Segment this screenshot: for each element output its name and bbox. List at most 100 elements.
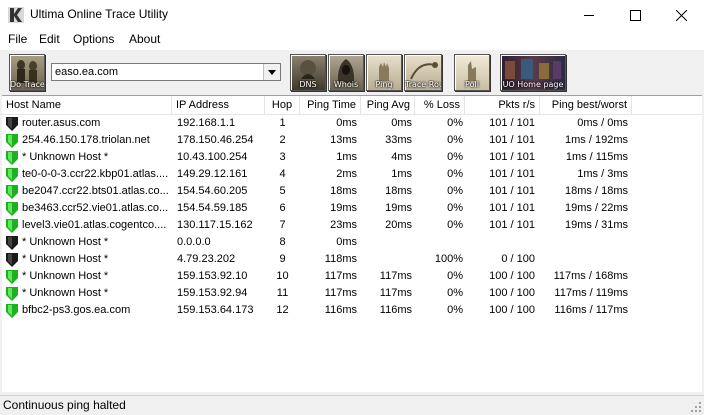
maximize-button[interactable] [612,0,658,30]
ip-address-cell: 154.54.59.185 [177,202,248,214]
ping-time-cell: 117ms [324,270,357,282]
menu-about[interactable]: About [129,32,160,46]
list-header: Host Name IP Address Hop Ping Time Ping … [2,96,702,115]
close-button[interactable] [658,0,704,30]
host-combobox[interactable]: easo.ea.com [51,63,281,81]
column-ping-avg[interactable]: Ping Avg [361,96,415,114]
minimize-button[interactable] [566,0,612,30]
ip-address-cell: 159.153.64.173 [177,304,254,316]
table-row[interactable]: * Unknown Host * 159.153.92.94 11 117ms 117m… [2,285,702,302]
table-row[interactable]: * Unknown Host * 159.153.92.10 10 117ms 117m… [2,268,702,285]
table-row[interactable]: be2047.ccr22.bts01.atlas.co... 154.54.60.… [2,183,702,200]
ping-avg-cell: 0ms [391,117,412,129]
status-ok-shield-icon [6,219,18,233]
loss-cell: 0% [447,117,463,129]
table-row[interactable]: * Unknown Host * 0.0.0.0 8 0ms [2,234,702,251]
loss-cell: 0% [447,270,463,282]
whois-button[interactable]: Whois [328,54,364,91]
table-row[interactable]: 254.46.150.178.triolan.net 178.150.46.254… [2,132,702,149]
hop-cell: 11 [276,287,289,299]
pkts-cell: 101 / 101 [489,134,535,146]
host-name-cell: * Unknown Host * [22,236,109,248]
host-name-cell: te0-0-0-3.ccr22.kbp01.atlas.... [22,168,169,180]
ping-avg-cell: 19ms [385,202,412,214]
best-worst-cell: 19ms / 31ms [565,219,628,231]
column-ping-time[interactable]: Ping Time [300,96,361,114]
best-worst-cell: 1ms / 3ms [577,168,628,180]
column-hop[interactable]: Hop [265,96,300,114]
best-worst-cell: 18ms / 18ms [565,185,628,197]
pkts-cell: 100 / 100 [489,270,535,282]
loss-cell: 0% [447,202,463,214]
ping-time-cell: 23ms [330,219,357,231]
loss-cell: 100% [434,253,463,265]
menu-edit[interactable]: Edit [39,32,60,46]
ping-avg-cell: 18ms [385,185,412,197]
table-row[interactable]: bfbc2-ps3.gos.ea.com 159.153.64.173 12 116m… [2,302,702,319]
table-row[interactable]: te0-0-0-3.ccr22.kbp01.atlas.... 149.29.12… [2,166,702,183]
ping-time-cell: 0ms [336,236,357,248]
status-ok-shield-icon [6,168,18,182]
chevron-down-icon [268,69,276,75]
hop-cell: 3 [279,151,286,163]
dropdown-button[interactable] [263,64,280,80]
trace-route-button[interactable]: Trace Route [404,54,442,91]
ping-avg-cell: 33ms [385,134,412,146]
status-down-shield-icon [6,236,18,250]
hop-cell: 12 [276,304,289,316]
host-name-cell: level3.vie01.atlas.cogentco.... [22,219,167,231]
table-row[interactable]: level3.vie01.atlas.cogentco.... 130.117.1… [2,217,702,234]
best-worst-cell: 1ms / 115ms [565,151,628,163]
ping-time-cell: 117ms [324,287,357,299]
hop-cell: 7 [279,219,286,231]
table-row[interactable]: * Unknown Host * 4.79.23.202 9 118ms 100% 0 /… [2,251,702,268]
menu-options[interactable]: Options [73,32,114,46]
host-input[interactable]: easo.ea.com [55,66,118,78]
column-host-name[interactable]: Host Name [2,96,172,114]
dns-button[interactable]: DNS [290,54,326,91]
host-name-cell: be2047.ccr22.bts01.atlas.co... [22,185,169,197]
toolbar: Do Trace easo.ea.com DNS Whois Ping Trac… [0,50,704,96]
hop-cell: 9 [279,253,286,265]
ip-address-cell: 159.153.92.94 [177,287,248,299]
hop-cell: 10 [276,270,289,282]
ping-avg-cell: 117ms [379,270,412,282]
pkts-cell [465,234,535,251]
column-ping-best-worst[interactable]: Ping best/worst [540,96,632,114]
status-down-shield-icon [6,253,18,267]
ip-address-cell: 178.150.46.254 [177,134,254,146]
status-ok-shield-icon [6,270,18,284]
app-icon [8,7,24,23]
table-row[interactable]: be3463.ccr52.vie01.atlas.co... 154.54.59.… [2,200,702,217]
column-loss[interactable]: % Loss [415,96,465,114]
table-row[interactable]: router.asus.com 192.168.1.1 1 0ms 0ms 0% 101 /… [2,115,702,132]
ip-address-cell: 0.0.0.0 [177,236,211,248]
trace-results-list[interactable]: Host Name IP Address Hop Ping Time Ping … [2,95,702,392]
column-pkts[interactable]: Pkts r/s [465,96,540,114]
status-down-shield-icon [6,117,18,131]
ip-address-cell: 149.29.12.161 [177,168,248,180]
ping-avg-cell: 4ms [391,151,412,163]
status-ok-shield-icon [6,304,18,318]
ping-time-cell: 2ms [336,168,357,180]
ip-address-cell: 4.79.23.202 [177,253,236,265]
ping-avg-cell [361,251,412,268]
table-row[interactable]: * Unknown Host * 10.43.100.254 3 1ms 4ms 0% 10… [2,149,702,166]
hop-cell: 4 [279,168,286,180]
uo-homepage-button[interactable]: UO Home page [500,54,566,91]
pkts-cell: 101 / 101 [489,219,535,231]
trace-button[interactable]: Do Trace [9,54,45,91]
poll-button[interactable]: Poll [454,54,490,91]
loss-cell: 0% [447,287,463,299]
pkts-cell: 101 / 101 [489,168,535,180]
hop-cell: 5 [279,185,286,197]
hop-cell: 1 [279,117,286,129]
ip-address-cell: 10.43.100.254 [177,151,248,163]
resize-grip-icon[interactable] [690,401,702,413]
menu-file[interactable]: File [8,32,27,46]
ping-button[interactable]: Ping [366,54,402,91]
status-ok-shield-icon [6,202,18,216]
status-text: Continuous ping halted [3,398,126,412]
column-ip-address[interactable]: IP Address [172,96,265,114]
loss-cell: 0% [447,304,463,316]
